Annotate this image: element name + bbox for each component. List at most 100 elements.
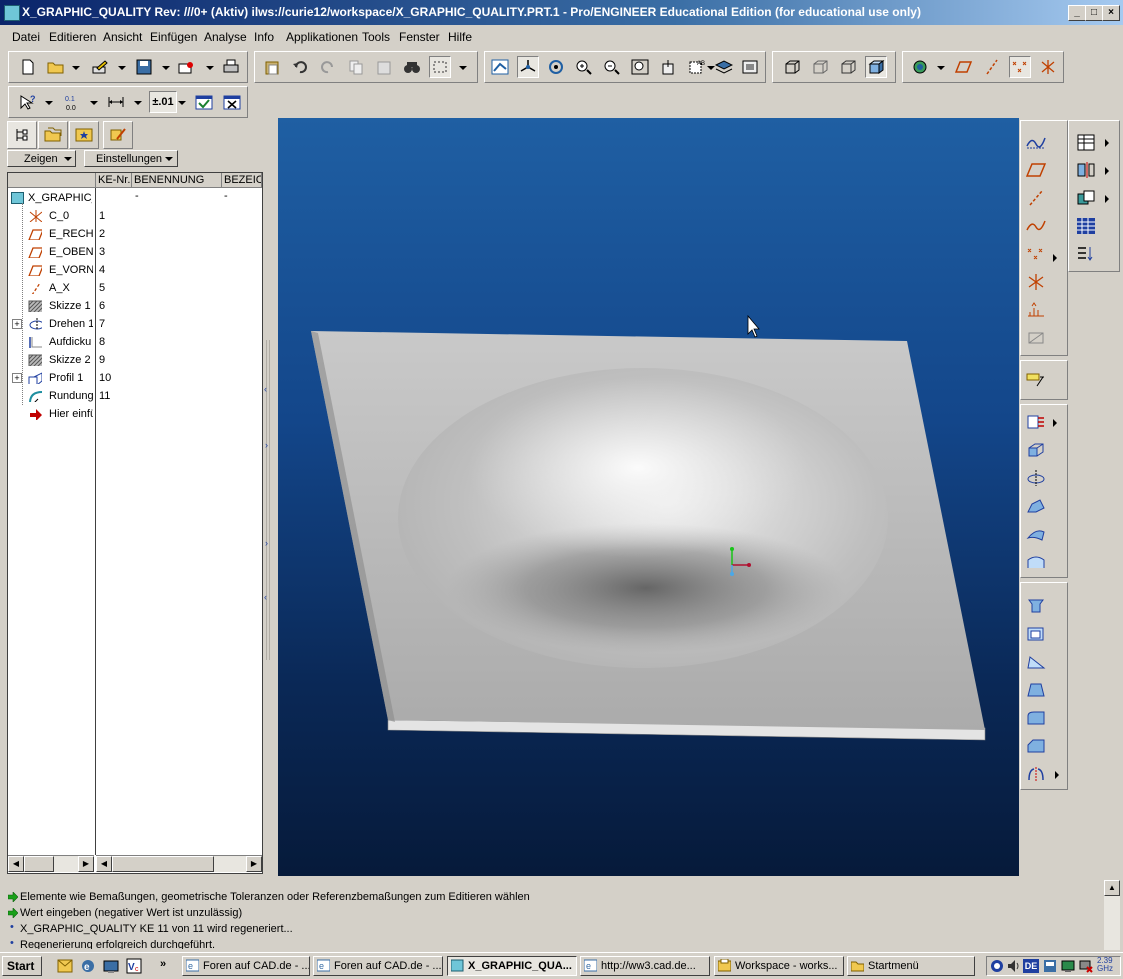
horizontal-scrollbar-right[interactable]: ◀ ▶ — [96, 855, 262, 872]
datum-planes-icon[interactable] — [953, 56, 975, 78]
tray-cpu-speed[interactable]: 2.39 GHz — [1097, 957, 1121, 975]
view-manager-icon[interactable] — [739, 56, 761, 78]
copy-feature-icon[interactable] — [1075, 187, 1097, 209]
tab-connections[interactable] — [103, 121, 133, 149]
menu-einfuegen[interactable]: Einfügen — [150, 30, 197, 44]
tray-network-icon[interactable] — [990, 959, 1004, 973]
tray-app-icon[interactable] — [1043, 959, 1057, 973]
graphics-window[interactable] — [278, 118, 1019, 876]
open-folder-icon[interactable] — [45, 56, 67, 78]
print-icon[interactable] — [220, 56, 242, 78]
undo-icon[interactable] — [289, 56, 311, 78]
datum-axis-tool-icon[interactable] — [1025, 187, 1047, 209]
shading-icon[interactable] — [865, 56, 887, 78]
tab-favorites[interactable] — [69, 121, 99, 149]
boundary-blend-icon[interactable] — [1025, 551, 1047, 573]
close-button[interactable]: × — [1102, 5, 1120, 21]
chevron-down-icon[interactable] — [937, 66, 945, 70]
hole-icon[interactable] — [1025, 595, 1047, 617]
variable-sweep-icon[interactable] — [1025, 495, 1047, 517]
family-table-icon[interactable] — [1075, 131, 1097, 153]
send-mail-icon[interactable] — [175, 56, 197, 78]
scroll-up-arrow-icon[interactable]: ▲ — [1104, 880, 1120, 896]
chevron-down-icon[interactable] — [45, 101, 53, 105]
start-button[interactable]: Start — [2, 956, 42, 976]
menu-editieren[interactable]: Editieren — [49, 30, 96, 44]
task-button[interactable]: e http://ww3.cad.de... — [580, 956, 710, 976]
hidden-line-icon[interactable] — [809, 56, 831, 78]
chevron-right-icon[interactable] — [1105, 195, 1109, 203]
task-button[interactable]: e Foren auf CAD.de - ... — [182, 956, 310, 976]
zoom-out-icon[interactable] — [601, 56, 623, 78]
annotation-feature-icon[interactable] — [1025, 369, 1047, 391]
paste-icon[interactable] — [261, 56, 283, 78]
chevron-right-icon[interactable] — [1105, 139, 1109, 147]
menu-applikationen[interactable]: Applikationen — [286, 30, 358, 44]
datum-curve-tool-icon[interactable] — [1025, 215, 1047, 237]
tray-language-indicator[interactable]: DE — [1023, 959, 1039, 973]
precision-button[interactable]: ±.01 — [149, 91, 177, 113]
tree-item[interactable]: Hier einfü — [8, 405, 262, 423]
scroll-left-arrow-icon[interactable]: ◀ — [96, 856, 112, 872]
scroll-right-arrow-icon[interactable]: ▶ — [78, 856, 94, 872]
expand-icon[interactable]: + — [12, 373, 22, 383]
extrude-icon[interactable] — [1025, 439, 1047, 461]
horizontal-scrollbar-left[interactable]: ◀ ▶ — [8, 855, 94, 872]
minimize-button[interactable]: _ — [1068, 5, 1086, 21]
context-help-icon[interactable]: ? — [17, 91, 39, 113]
chevron-right-icon[interactable] — [1055, 771, 1059, 779]
menu-tools[interactable]: Tools — [362, 30, 390, 44]
find-binoculars-icon[interactable] — [401, 56, 423, 78]
task-button[interactable]: Workspace - works... — [714, 956, 844, 976]
column-header-tree[interactable] — [8, 173, 96, 188]
column-header-feature-number[interactable]: KE-Nr. — [96, 173, 132, 188]
chevron-down-icon[interactable] — [134, 101, 142, 105]
menu-analyse[interactable]: Analyse — [204, 30, 247, 44]
tree-item[interactable]: Skizze 2 9 — [8, 351, 262, 369]
wireframe-icon[interactable] — [781, 56, 803, 78]
scroll-left-arrow-icon[interactable]: ◀ — [8, 856, 24, 872]
scroll-thumb[interactable] — [112, 856, 214, 872]
edit-pencil-icon[interactable] — [89, 56, 111, 78]
saved-views-icon[interactable]: AB — [685, 56, 707, 78]
mirror-icon[interactable] — [1075, 159, 1097, 181]
scroll-thumb[interactable] — [24, 856, 54, 872]
tab-folder-browser[interactable] — [38, 121, 68, 149]
coordinate-system-tool-icon[interactable] — [1025, 271, 1047, 293]
paste-special-icon[interactable] — [373, 56, 395, 78]
settings-button[interactable]: Einstellungen — [84, 150, 178, 167]
save-disk-icon[interactable] — [133, 56, 155, 78]
cancel-x-icon[interactable] — [221, 91, 243, 113]
menu-datei[interactable]: Datei — [12, 30, 40, 44]
chevron-right-icon[interactable] — [1053, 254, 1057, 262]
rib-icon[interactable] — [1025, 651, 1047, 673]
chevron-down-icon[interactable] — [90, 101, 98, 105]
show-button[interactable]: Zeigen — [7, 150, 76, 167]
scroll-right-arrow-icon[interactable]: ▶ — [246, 856, 262, 872]
reorient-icon[interactable] — [657, 56, 679, 78]
tree-item[interactable]: Rundung 11 — [8, 387, 262, 405]
datum-point-tool-icon[interactable] — [1025, 243, 1047, 265]
datum-axes-icon[interactable] — [981, 56, 1003, 78]
menu-hilfe[interactable]: Hilfe — [448, 30, 472, 44]
tray-volume-icon[interactable] — [1007, 959, 1021, 973]
menu-fenster[interactable]: Fenster — [399, 30, 440, 44]
blend-icon[interactable] — [1025, 523, 1047, 545]
round-tool-icon[interactable] — [1025, 707, 1047, 729]
layers-icon[interactable] — [713, 56, 735, 78]
task-button-active[interactable]: X_GRAPHIC_QUA... — [447, 956, 577, 976]
revolve-tool-icon[interactable] — [1025, 467, 1047, 489]
tree-item[interactable]: Aufdicku 8 — [8, 333, 262, 351]
zoom-in-icon[interactable] — [573, 56, 595, 78]
expand-right-icon[interactable]: › — [265, 538, 268, 548]
tree-item[interactable]: + Profil 1 10 — [8, 369, 262, 387]
chamfer-icon[interactable] — [1025, 735, 1047, 757]
measure-icon[interactable] — [105, 91, 127, 113]
column-header-name[interactable]: BENENNUNG — [132, 173, 222, 188]
chevron-down-icon[interactable] — [178, 101, 186, 105]
orient-mode-icon[interactable] — [545, 56, 567, 78]
tray-disconnected-icon[interactable] — [1079, 959, 1093, 973]
quicklaunch-desktop-icon[interactable] — [103, 958, 119, 974]
tree-item[interactable]: C_0 1 — [8, 207, 262, 225]
repaint-icon[interactable] — [489, 56, 511, 78]
